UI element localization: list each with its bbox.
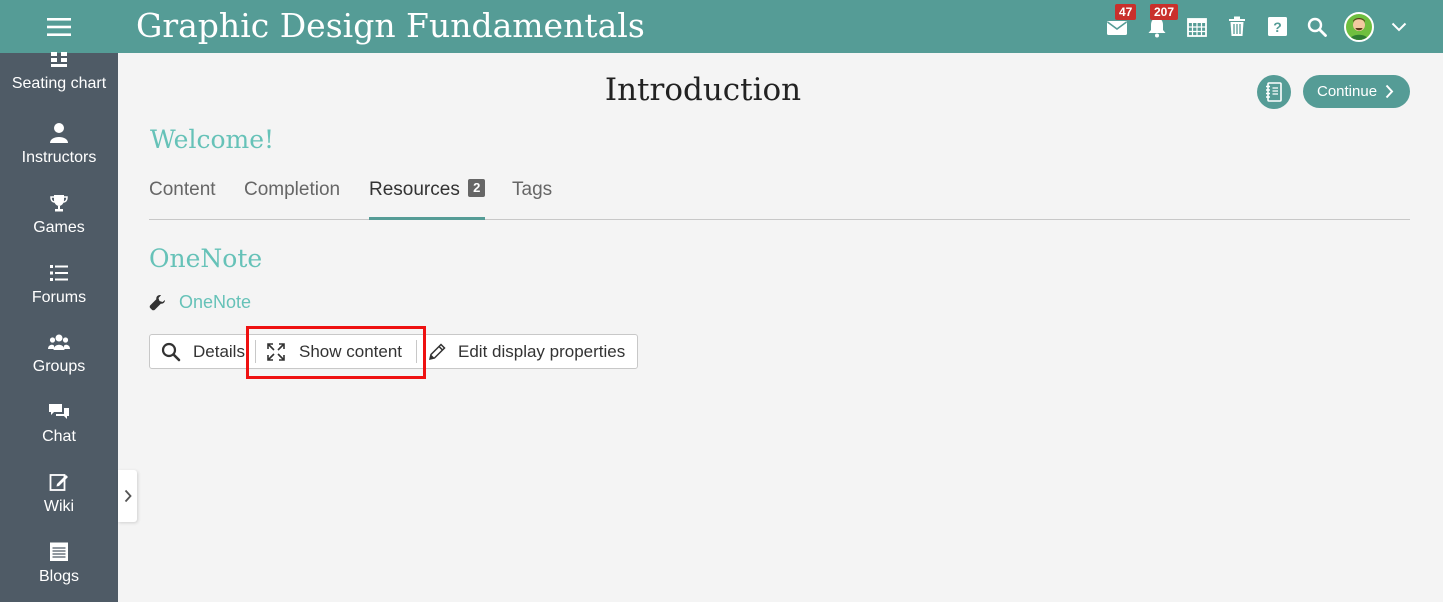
list-icon [50, 265, 68, 281]
expand-icon [267, 342, 285, 361]
avatar [1344, 11, 1374, 42]
sidebar-collapse-toggle[interactable] [118, 470, 137, 522]
chevron-right-icon [124, 489, 132, 503]
top-bar: Graphic Design Fundamentals 47 207 ? [0, 0, 1443, 53]
person-icon [50, 123, 68, 143]
group-icon [48, 334, 70, 350]
help-icon: ? [1267, 17, 1287, 36]
sidebar-item-label: Wiki [43, 498, 75, 515]
resource-item: OneNote [149, 292, 251, 313]
calendar-icon [1187, 17, 1207, 37]
sidebar-item-label: Groups [32, 358, 86, 375]
resource-heading: OneNote [149, 244, 263, 273]
details-label: Details [193, 341, 245, 361]
tab-content[interactable]: Content [149, 170, 216, 220]
resources-count-badge: 2 [468, 179, 486, 197]
seating-chart-icon [51, 52, 67, 67]
blog-icon [50, 542, 68, 561]
envelope-icon [1107, 20, 1127, 35]
edit-display-label: Edit display properties [458, 341, 626, 361]
sidebar-item-wiki[interactable]: Wiki [0, 470, 118, 540]
sidebar-item-groups[interactable]: Groups [0, 330, 118, 400]
sidebar-item-instructors[interactable]: Instructors [0, 121, 118, 191]
divider [416, 340, 417, 363]
user-menu-button[interactable] [1337, 0, 1381, 53]
sidebar-item-games[interactable]: Games [0, 191, 118, 261]
tab-tags[interactable]: Tags [512, 170, 552, 220]
notebook-icon [1266, 82, 1282, 102]
tab-label: Completion [244, 179, 341, 200]
show-content-label: Show content [299, 341, 403, 361]
show-content-button[interactable]: Show content [266, 335, 402, 368]
sidebar-item-label: Games [33, 219, 85, 236]
chevron-right-icon [1385, 84, 1394, 99]
tab-completion[interactable]: Completion [244, 170, 340, 220]
edit-icon [49, 474, 68, 491]
details-button[interactable]: Details [161, 335, 245, 368]
pencil-icon [429, 342, 446, 360]
search-icon [161, 342, 181, 361]
tab-bar: Content Completion Resources 2 Tags [149, 170, 1410, 220]
svg-text:?: ? [1273, 19, 1282, 35]
divider [255, 340, 256, 363]
page-title: Introduction [604, 72, 802, 108]
continue-button[interactable]: Continue [1303, 75, 1410, 108]
trash-button[interactable] [1217, 0, 1257, 53]
tab-label: Resources [369, 179, 460, 200]
sidebar-item-label: Instructors [21, 149, 97, 166]
sidebar-item-forums[interactable]: Forums [0, 261, 118, 331]
tab-resources[interactable]: Resources 2 [369, 170, 486, 220]
menu-button[interactable] [0, 0, 118, 53]
sidebar-item-chat[interactable]: Chat [0, 400, 118, 470]
messages-badge: 47 [1115, 4, 1137, 20]
chevron-down-icon [1391, 22, 1407, 31]
tab-label: Tags [512, 179, 553, 200]
sidebar-item-seating-chart[interactable]: Seating chart [0, 47, 118, 117]
wrench-icon [149, 294, 165, 310]
user-avatar-icon [1350, 17, 1368, 40]
resource-link[interactable]: OneNote [179, 292, 251, 313]
sidebar-item-label: Chat [42, 428, 76, 445]
calendar-button[interactable] [1177, 0, 1217, 53]
edit-display-properties-button[interactable]: Edit display properties [428, 335, 625, 368]
user-dropdown-toggle[interactable] [1381, 0, 1417, 53]
help-button[interactable]: ? [1257, 0, 1297, 53]
search-icon [1307, 17, 1327, 37]
tab-label: Content [149, 179, 216, 200]
sidebar: Seating chart Instructors Games Forums G… [0, 52, 118, 602]
hamburger-icon [47, 17, 71, 36]
chat-icon [49, 404, 69, 419]
sidebar-item-blogs[interactable]: Blogs [0, 540, 118, 602]
search-button[interactable] [1297, 0, 1337, 53]
notifications-button[interactable]: 207 [1137, 0, 1179, 53]
section-title: Welcome! [150, 125, 275, 154]
resource-actions: Details Show content Edit display proper… [149, 334, 638, 369]
continue-label: Continue [1317, 83, 1378, 100]
trash-icon [1229, 16, 1245, 36]
messages-button[interactable]: 47 [1097, 0, 1137, 53]
trophy-icon [50, 195, 68, 212]
course-title: Graphic Design Fundamentals [136, 6, 645, 45]
sidebar-item-label: Seating chart [11, 75, 107, 92]
notifications-badge: 207 [1150, 4, 1179, 20]
sidebar-item-label: Blogs [38, 568, 80, 585]
sidebar-item-label: Forums [31, 289, 87, 306]
notebook-button[interactable] [1257, 75, 1291, 109]
